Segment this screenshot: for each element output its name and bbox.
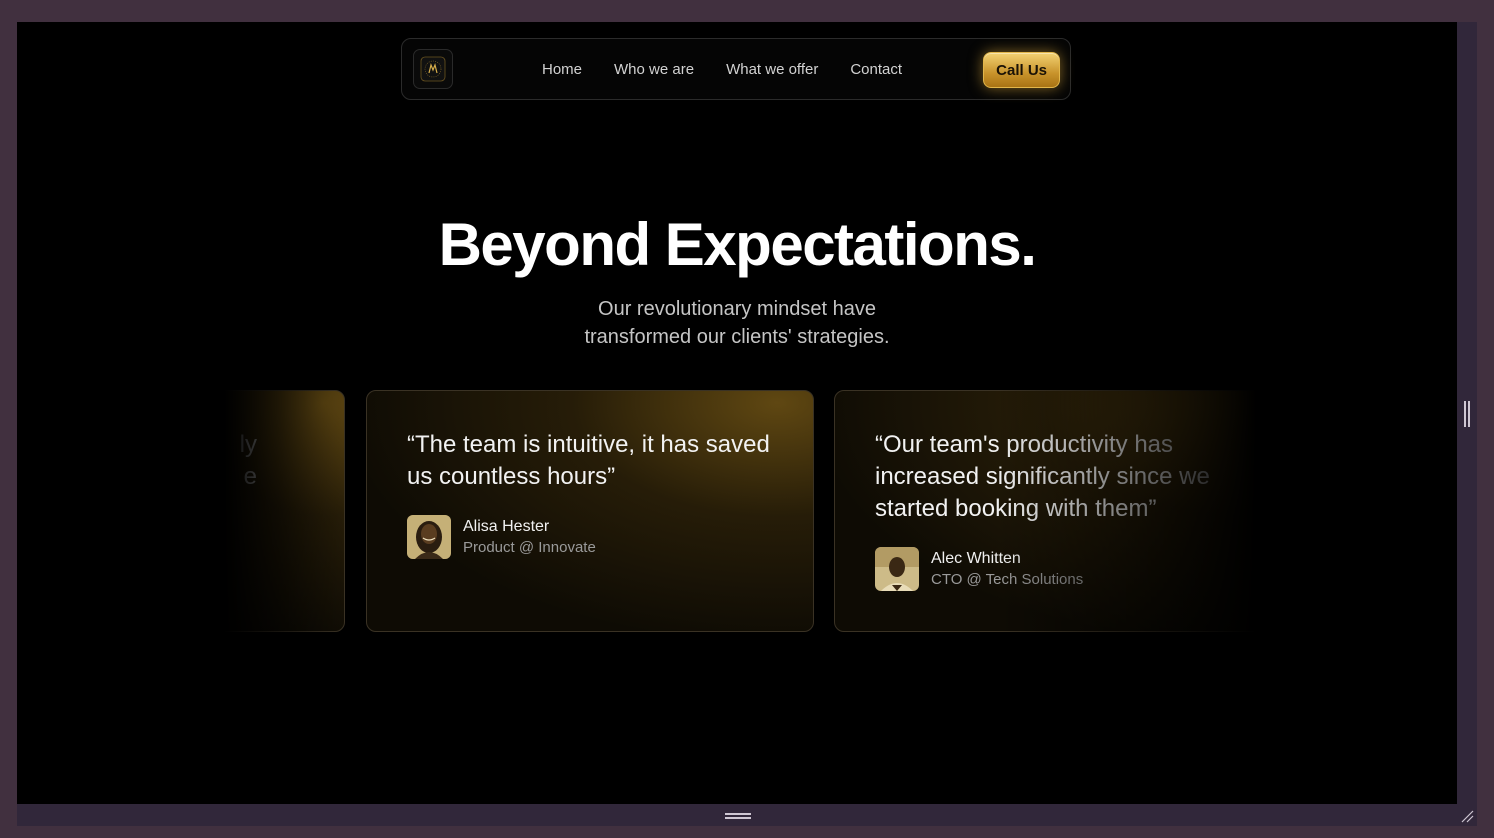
testimonial-quote-fragment-2: e <box>243 463 257 490</box>
testimonial-author-info: Alisa Hester Product @ Innovate <box>463 516 596 558</box>
testimonial-quote: “The team is intuitive, it has saved us … <box>407 431 770 490</box>
page-viewport: Home Who we are What we offer Contact Ca… <box>17 22 1457 804</box>
nav-link-home[interactable]: Home <box>542 61 582 78</box>
top-navigation: Home Who we are What we offer Contact Ca… <box>401 38 1071 100</box>
avatar <box>875 547 919 591</box>
vertical-resize-handle-icon[interactable] <box>1464 401 1470 427</box>
testimonial-author-name: Alisa Hester <box>463 518 550 535</box>
hero-subtitle: Our revolutionary mindset have transform… <box>17 295 1457 351</box>
avatar <box>407 515 451 559</box>
testimonial-card: “The team is intuitive, it has saved us … <box>366 390 814 632</box>
testimonial-card: “Our team's productivity has increased s… <box>834 390 1256 632</box>
call-us-button[interactable]: Call Us <box>983 52 1060 88</box>
testimonial-quote-fragment-1: ly <box>239 431 257 458</box>
testimonial-author: Alec Whitten CTO @ Tech Solutions <box>875 547 1083 591</box>
testimonial-quote-partial: ly e <box>240 429 257 493</box>
testimonial-carousel[interactable]: ly e “The team is intuitive, it has save… <box>224 390 1256 632</box>
nav-link-contact[interactable]: Contact <box>850 61 902 78</box>
corner-resize-grip-icon[interactable] <box>1459 808 1475 824</box>
testimonial-author-role: Product @ Innovate <box>463 539 596 556</box>
monogram-logo-icon[interactable] <box>413 49 453 89</box>
nav-links: Home Who we are What we offer Contact <box>542 39 902 99</box>
testimonial-quote: “Our team's productivity has increased s… <box>875 431 1210 522</box>
nav-link-what-we-offer[interactable]: What we offer <box>726 61 818 78</box>
testimonial-author-info: Alec Whitten CTO @ Tech Solutions <box>931 548 1083 590</box>
testimonial-author-role: CTO @ Tech Solutions <box>931 571 1084 588</box>
horizontal-resize-handle-icon[interactable] <box>725 813 751 819</box>
hero-subtitle-line-2: transformed our clients' strategies. <box>584 326 890 348</box>
testimonial-card-partial: ly e <box>224 390 345 632</box>
testimonial-author: Alisa Hester Product @ Innovate <box>407 515 596 559</box>
nav-link-who-we-are[interactable]: Who we are <box>614 61 694 78</box>
hero-subtitle-line-1: Our revolutionary mindset have <box>598 298 876 320</box>
hero-title: Beyond Expectations. <box>438 211 1037 278</box>
testimonial-author-name: Alec Whitten <box>931 550 1021 567</box>
